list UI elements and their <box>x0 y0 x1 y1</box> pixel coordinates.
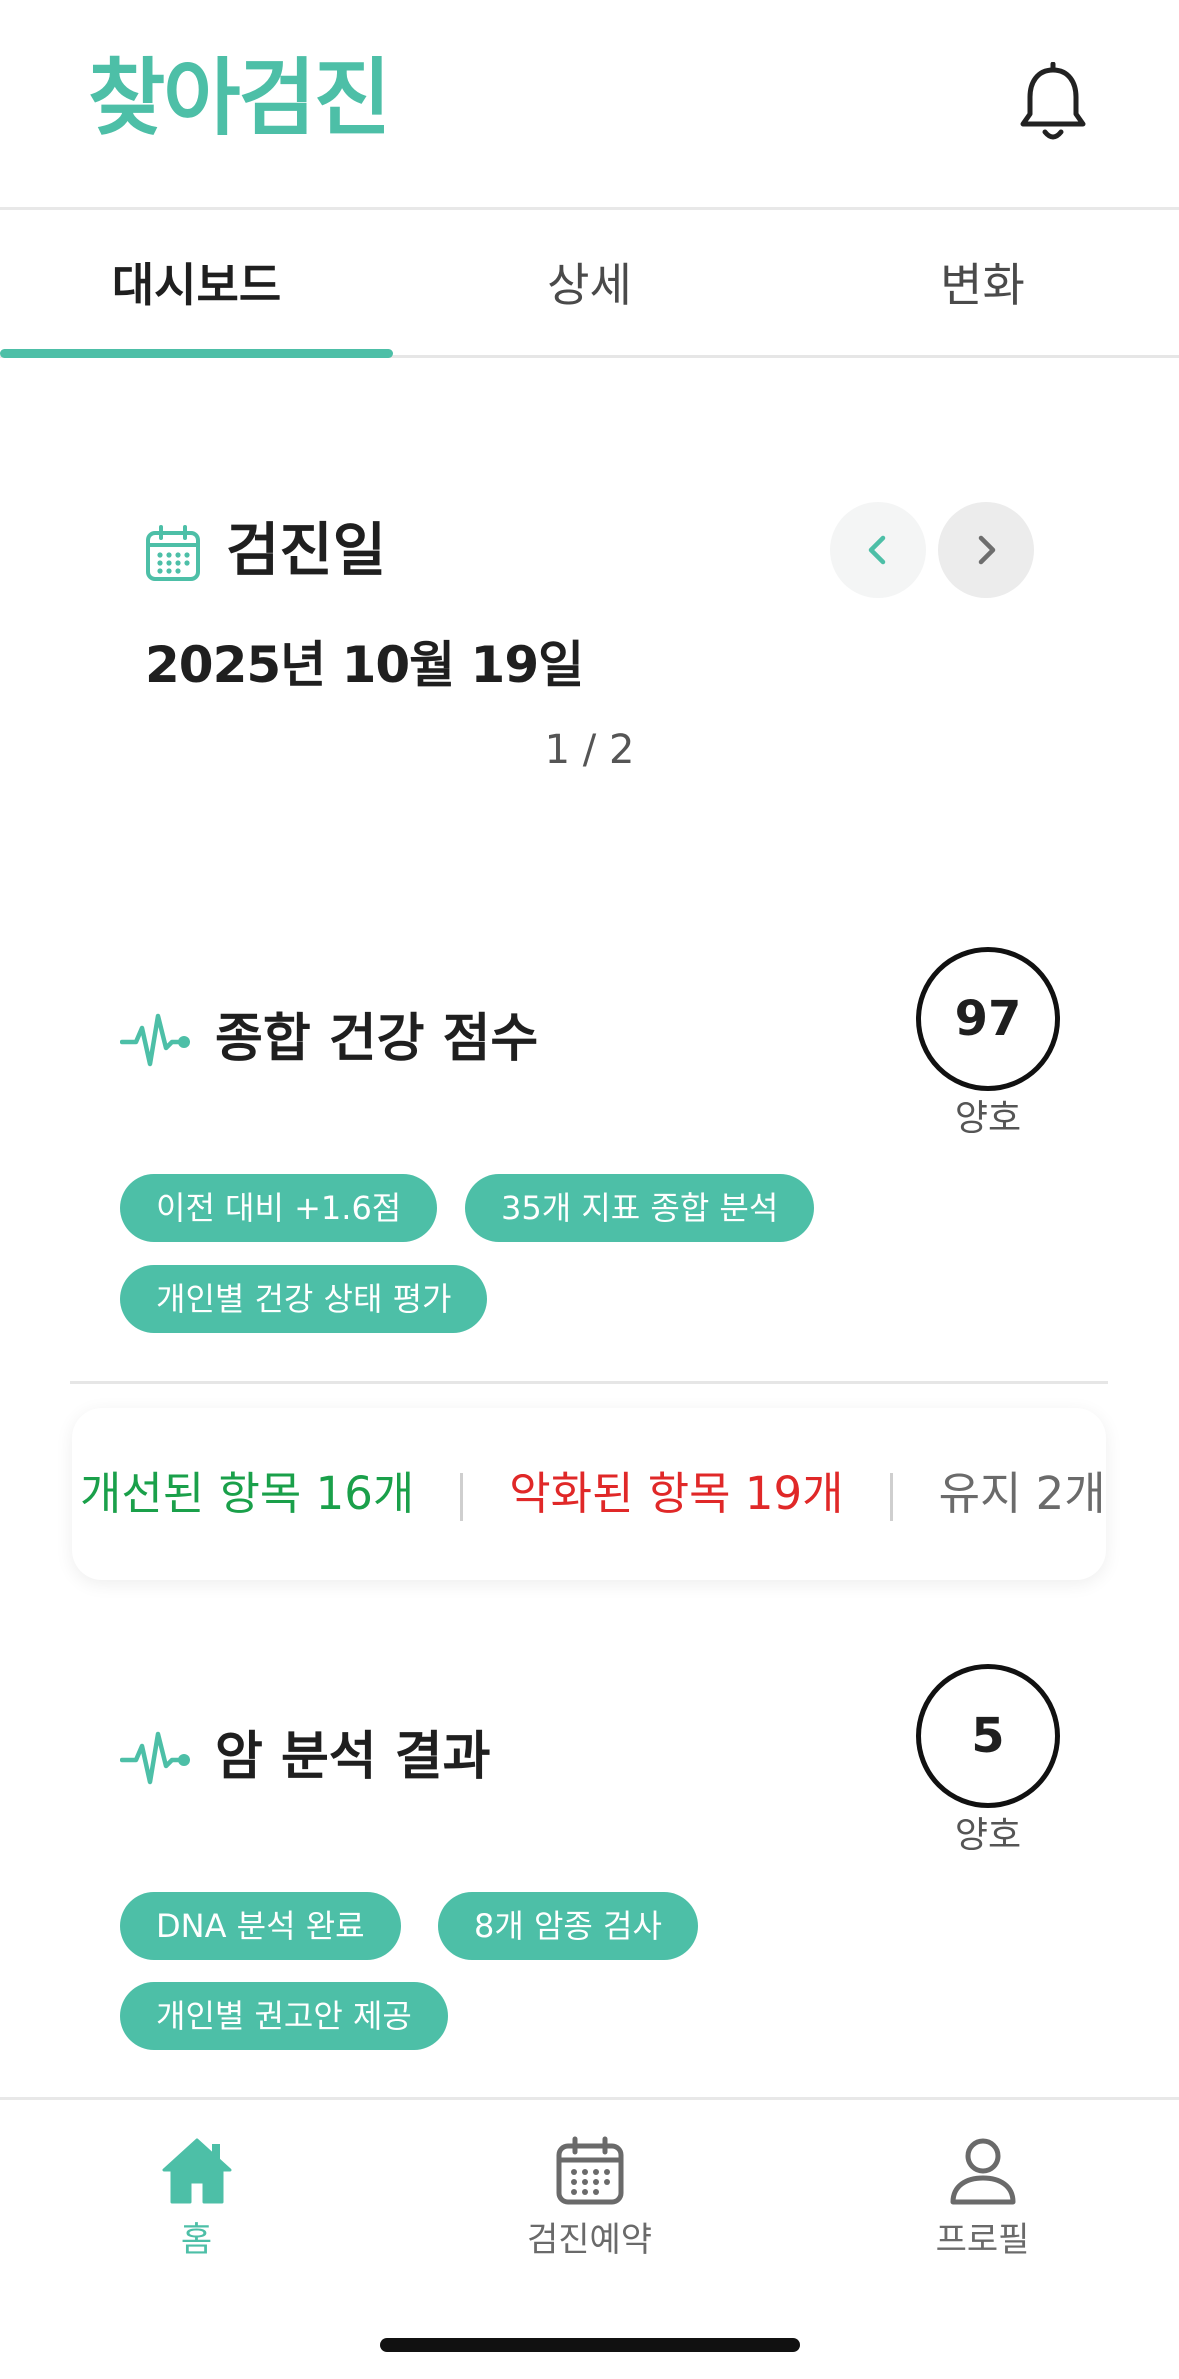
summary-separator <box>460 1473 464 1521</box>
next-date-button[interactable] <box>938 502 1034 598</box>
date-pager: 1 / 2 <box>544 727 635 773</box>
bottom-nav: 홈 검진예약 프로필 <box>0 2097 1179 2379</box>
nav-booking-label: 검진예약 <box>526 2220 653 2260</box>
cancer-chip-recommendation: 개인별 권고안 제공 <box>120 1982 448 2050</box>
chevron-right-icon <box>978 535 996 565</box>
section-divider <box>70 1381 1108 1384</box>
bell-icon[interactable] <box>1015 62 1091 148</box>
app-brand: 찾아검진 <box>88 49 391 147</box>
app-screen: 찾아검진 대시보드 상세 변화 검진일 2025년 10월 19일 1 / 2 … <box>0 0 1179 2379</box>
tab-changes[interactable]: 변화 <box>786 212 1179 358</box>
nav-profile[interactable]: 프로필 <box>786 2100 1179 2300</box>
calendar-icon <box>556 2136 624 2205</box>
cancer-score-value: 5 <box>916 1664 1060 1808</box>
summary-separator <box>889 1473 893 1521</box>
worsened-count: 악화된 항목 19개 <box>509 1467 844 1520</box>
health-chip-change: 이전 대비 +1.6점 <box>120 1174 438 1242</box>
improved-count: 개선된 항목 16개 <box>80 1467 415 1520</box>
health-score-status: 양호 <box>954 1098 1022 1139</box>
cancer-chip-types: 8개 암종 검사 <box>438 1892 698 1960</box>
kept-count: 유지 2개 <box>938 1467 1106 1520</box>
tab-detail[interactable]: 상세 <box>393 212 786 358</box>
pulse-icon <box>120 1013 190 1067</box>
checkup-date-section: 검진일 2025년 10월 19일 1 / 2 <box>0 480 1179 800</box>
prev-date-button[interactable] <box>830 502 926 598</box>
health-chip-indicators: 35개 지표 종합 분석 <box>465 1174 815 1242</box>
health-chip-evaluation: 개인별 건강 상태 평가 <box>120 1265 488 1333</box>
pulse-icon <box>120 1731 190 1785</box>
cancer-analysis-title: 암 분석 결과 <box>215 1727 491 1787</box>
health-score-value: 97 <box>916 947 1060 1091</box>
tab-bar: 대시보드 상세 변화 <box>0 212 1179 358</box>
nav-home-label: 홈 <box>180 2220 213 2260</box>
cancer-score-status: 양호 <box>954 1815 1022 1856</box>
nav-home[interactable]: 홈 <box>0 2100 393 2300</box>
calendar-icon <box>146 525 200 581</box>
nav-profile-label: 프로필 <box>935 2220 1030 2260</box>
app-header: 찾아검진 <box>0 0 1179 210</box>
change-summary-card: 개선된 항목 16개 악화된 항목 19개 유지 2개 <box>72 1408 1106 1580</box>
health-score-title: 종합 건강 점수 <box>215 1009 539 1069</box>
person-icon <box>950 2138 1016 2205</box>
cancer-chip-dna: DNA 분석 완료 <box>120 1892 401 1960</box>
tab-indicator <box>0 349 393 358</box>
checkup-date-value: 2025년 10월 19일 <box>145 636 584 694</box>
tab-dashboard[interactable]: 대시보드 <box>0 212 393 358</box>
home-icon <box>162 2138 232 2204</box>
change-summary-row: 개선된 항목 16개 악화된 항목 19개 유지 2개 <box>80 1408 1106 1580</box>
nav-booking[interactable]: 검진예약 <box>393 2100 786 2300</box>
checkup-date-title: 검진일 <box>226 516 387 584</box>
chevron-left-icon <box>868 535 886 565</box>
home-indicator <box>380 2338 800 2352</box>
